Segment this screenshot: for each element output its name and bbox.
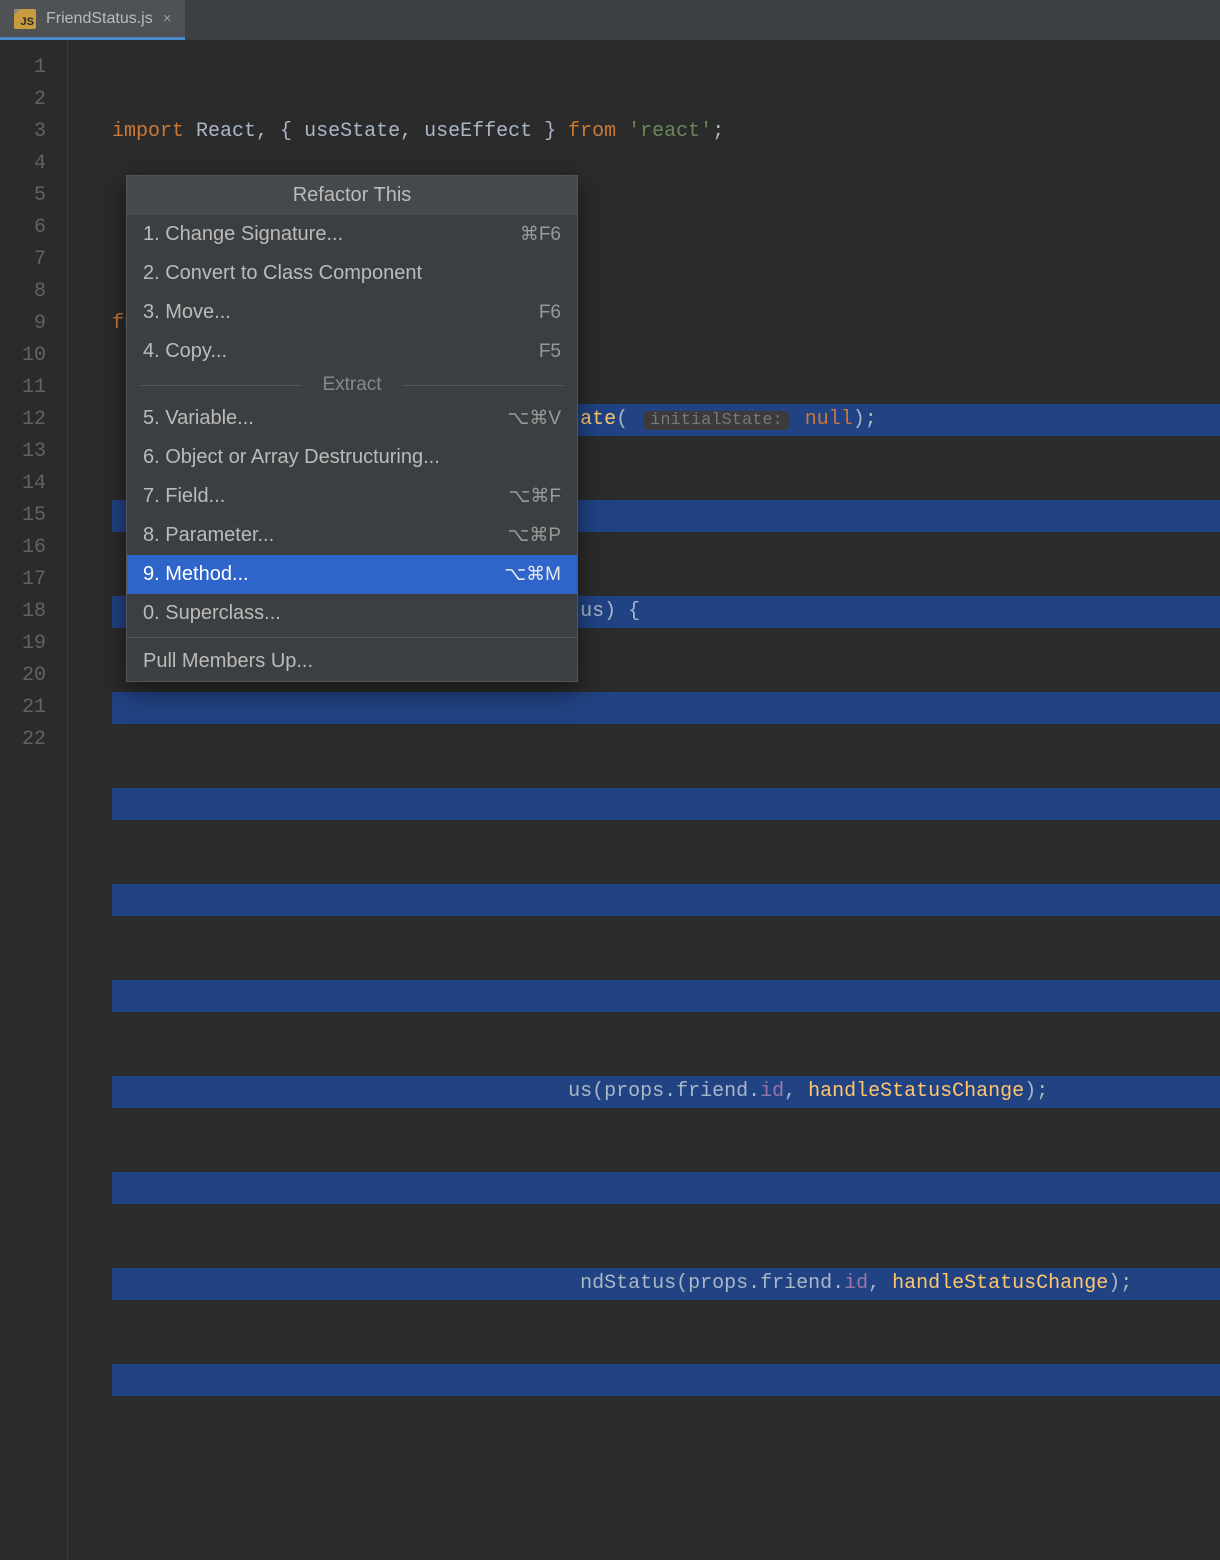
code-line xyxy=(112,884,1132,916)
line-number: 9 xyxy=(0,308,46,340)
code-line xyxy=(112,1556,1132,1560)
close-icon[interactable]: × xyxy=(163,10,172,27)
editor-margin xyxy=(68,40,112,1560)
line-number: 17 xyxy=(0,564,46,596)
code-line xyxy=(112,1460,1132,1492)
refactor-this-menu: Refactor This 1. Change Signature... ⌘F6… xyxy=(126,175,578,682)
menu-item-pull-members-up[interactable]: Pull Members Up... xyxy=(127,642,577,681)
line-number: 15 xyxy=(0,500,46,532)
menu-item-shortcut: ⌥⌘V xyxy=(507,407,561,430)
code-line: import React, { useState, useEffect } fr… xyxy=(112,116,1132,148)
line-number: 5 xyxy=(0,180,46,212)
code-line xyxy=(112,1364,1132,1396)
line-number: 20 xyxy=(0,660,46,692)
js-file-icon: JS xyxy=(14,9,36,29)
menu-item-label: 7. Field... xyxy=(143,485,225,508)
line-number: 12 xyxy=(0,404,46,436)
menu-item-shortcut: ⌥⌘F xyxy=(508,485,561,508)
line-number: 19 xyxy=(0,628,46,660)
menu-item-shortcut: ⌘F6 xyxy=(520,223,561,246)
menu-item-label: Pull Members Up... xyxy=(143,650,313,673)
menu-divider xyxy=(127,637,577,638)
menu-item-shortcut: ⌥⌘M xyxy=(504,563,561,586)
line-number: 1 xyxy=(0,52,46,84)
menu-item-label: 9. Method... xyxy=(143,563,249,586)
menu-item-label: 6. Object or Array Destructuring... xyxy=(143,446,440,469)
line-number: 21 xyxy=(0,692,46,724)
menu-item-label: 1. Change Signature... xyxy=(143,223,343,246)
line-number: 11 xyxy=(0,372,46,404)
line-number: 14 xyxy=(0,468,46,500)
menu-item-extract-method[interactable]: 9. Method... ⌥⌘M xyxy=(127,555,577,594)
code-line xyxy=(112,980,1132,1012)
menu-section-label: Extract xyxy=(314,374,389,396)
menu-item-convert-class[interactable]: 2. Convert to Class Component xyxy=(127,254,577,293)
menu-item-label: 3. Move... xyxy=(143,301,231,324)
menu-item-shortcut: ⌥⌘P xyxy=(507,524,561,547)
menu-title: Refactor This xyxy=(127,176,577,215)
line-number: 2 xyxy=(0,84,46,116)
menu-item-extract-variable[interactable]: 5. Variable... ⌥⌘V xyxy=(127,399,577,438)
line-number: 22 xyxy=(0,724,46,756)
menu-item-extract-superclass[interactable]: 0. Superclass... xyxy=(127,594,577,633)
code-line xyxy=(112,692,1132,724)
line-number-gutter: 1 2 3 4 5 6 7 8 9 10 11 12 13 14 15 16 1… xyxy=(0,40,56,1560)
line-number: 16 xyxy=(0,532,46,564)
line-number: 7 xyxy=(0,244,46,276)
line-number: 18 xyxy=(0,596,46,628)
code-line: ndStatus(props.friend.id, handleStatusCh… xyxy=(112,1268,1132,1300)
line-number: 4 xyxy=(0,148,46,180)
menu-item-change-signature[interactable]: 1. Change Signature... ⌘F6 xyxy=(127,215,577,254)
menu-separator-extract: Extract xyxy=(127,371,577,399)
editor-tabbar: JS FriendStatus.js × xyxy=(0,0,1220,40)
menu-item-move[interactable]: 3. Move... F6 xyxy=(127,293,577,332)
line-number: 8 xyxy=(0,276,46,308)
menu-item-label: 5. Variable... xyxy=(143,407,254,430)
line-number: 10 xyxy=(0,340,46,372)
menu-item-label: 0. Superclass... xyxy=(143,602,281,625)
menu-item-label: 8. Parameter... xyxy=(143,524,274,547)
code-line: us(props.friend.id, handleStatusChange); xyxy=(112,1076,1132,1108)
line-number: 13 xyxy=(0,436,46,468)
code-line xyxy=(112,1172,1132,1204)
line-number: 3 xyxy=(0,116,46,148)
menu-item-shortcut: F5 xyxy=(539,341,561,363)
fold-gutter xyxy=(56,40,68,1560)
code-line xyxy=(112,788,1132,820)
tab-filename: FriendStatus.js xyxy=(46,10,153,28)
line-number: 6 xyxy=(0,212,46,244)
menu-item-label: 4. Copy... xyxy=(143,340,227,363)
menu-item-label: 2. Convert to Class Component xyxy=(143,262,422,285)
file-tab[interactable]: JS FriendStatus.js × xyxy=(0,0,185,40)
menu-item-shortcut: F6 xyxy=(539,302,561,324)
menu-item-extract-destructuring[interactable]: 6. Object or Array Destructuring... xyxy=(127,438,577,477)
menu-item-extract-field[interactable]: 7. Field... ⌥⌘F xyxy=(127,477,577,516)
menu-item-copy[interactable]: 4. Copy... F5 xyxy=(127,332,577,371)
menu-item-extract-parameter[interactable]: 8. Parameter... ⌥⌘P xyxy=(127,516,577,555)
